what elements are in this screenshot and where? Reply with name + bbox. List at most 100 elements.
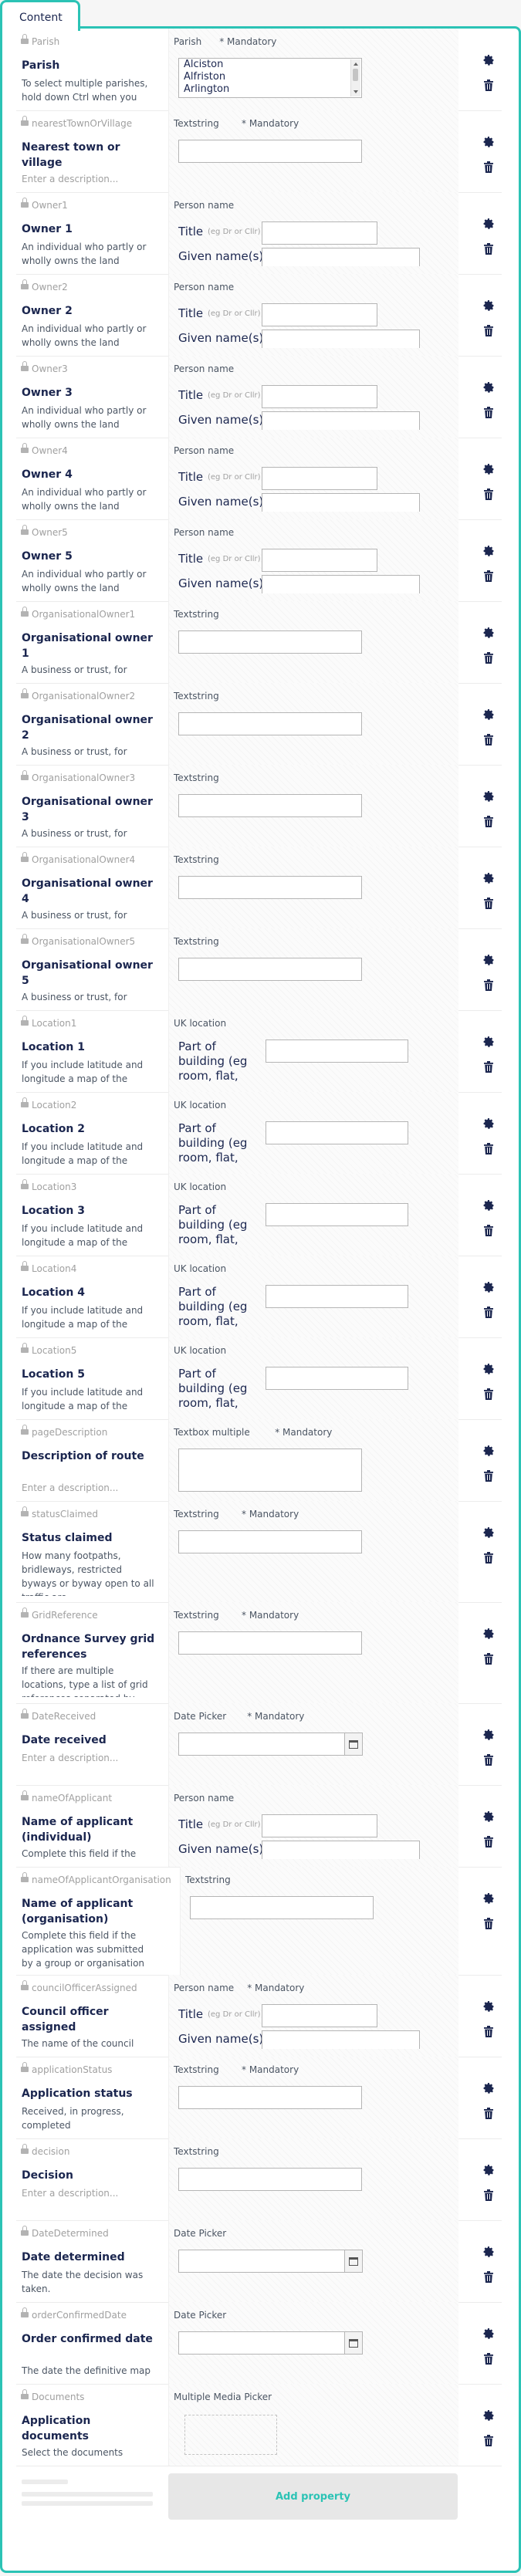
trash-icon[interactable] [484,79,493,91]
property-alias[interactable]: OrganisationalOwner2 [32,691,135,701]
property-description[interactable]: To select multiple parishes, hold down C… [22,76,157,104]
gear-icon[interactable] [482,872,495,884]
gear-icon[interactable] [482,790,495,803]
parish-option[interactable]: Alciston [179,59,361,71]
trash-icon[interactable] [484,2271,493,2283]
property-alias[interactable]: councilOfficerAssigned [32,1983,137,1993]
property-alias[interactable]: Owner4 [32,445,68,456]
trash-icon[interactable] [484,1653,493,1665]
trash-icon[interactable] [484,1836,493,1847]
property-alias[interactable]: Owner3 [32,363,68,374]
lock-icon[interactable] [21,1790,29,1800]
property-description[interactable]: Enter a description... [22,1751,157,1779]
property-description[interactable]: The date the decision was taken. [22,2268,157,2296]
gear-icon[interactable] [482,1036,495,1048]
title-input[interactable] [262,385,377,408]
textstring-input[interactable] [178,1631,362,1655]
title-input[interactable] [262,2004,377,2027]
gear-icon[interactable] [482,2246,495,2258]
trash-icon[interactable] [484,1552,493,1564]
gear-icon[interactable] [482,2082,495,2094]
property-name[interactable]: Location 1 [22,1040,157,1055]
given-names-input[interactable] [262,575,420,593]
trash-icon[interactable] [484,734,493,745]
property-alias[interactable]: Parish [32,36,59,47]
property-name[interactable]: Location 4 [22,1285,157,1300]
textstring-input[interactable] [190,1896,374,1919]
gear-icon[interactable] [482,2000,495,2013]
calendar-button[interactable] [344,2331,363,2355]
textstring-input[interactable] [178,712,362,735]
trash-icon[interactable] [484,2435,493,2446]
textstring-input[interactable] [178,958,362,981]
gear-icon[interactable] [482,381,495,394]
property-description[interactable]: An individual who partly or wholly owns … [22,322,157,350]
property-name[interactable]: Owner 4 [22,467,157,482]
lock-icon[interactable] [21,34,29,44]
title-input[interactable] [262,549,377,572]
lock-icon[interactable] [21,198,29,208]
property-alias[interactable]: Location2 [32,1100,76,1111]
property-name[interactable]: Parish [22,58,157,73]
trash-icon[interactable] [484,407,493,418]
property-alias[interactable]: pageDescription [32,1427,107,1438]
lock-icon[interactable] [21,1872,29,1882]
gear-icon[interactable] [482,1729,495,1741]
lock-icon[interactable] [21,2307,29,2317]
gear-icon[interactable] [482,136,495,148]
property-description[interactable]: Select the documents submitted as part o… [22,2446,157,2459]
calendar-button[interactable] [344,2250,363,2273]
property-name[interactable]: Date determined [22,2250,157,2265]
property-name[interactable]: Location 2 [22,1121,157,1137]
title-input[interactable] [262,467,377,490]
property-description[interactable]: A business or trust, for example, that p… [22,908,157,922]
property-alias[interactable]: applicationStatus [32,2064,112,2075]
trash-icon[interactable] [484,1754,493,1766]
gear-icon[interactable] [482,1628,495,1640]
lock-icon[interactable] [21,1607,29,1618]
property-description[interactable]: A business or trust, for example, that p… [22,827,157,840]
property-name[interactable]: Order confirmed date [22,2331,157,2347]
property-name[interactable]: Nearest town or village [22,140,157,171]
property-alias[interactable]: Documents [32,2392,84,2402]
lock-icon[interactable] [21,1016,29,1026]
gear-icon[interactable] [482,954,495,966]
property-alias[interactable]: Location1 [32,1018,76,1029]
parish-option[interactable]: Arlington [179,83,361,96]
given-names-input[interactable] [262,2030,420,2049]
property-description[interactable]: If you include latitude and longitude a … [22,1058,157,1086]
gear-icon[interactable] [482,545,495,557]
property-name[interactable]: Status claimed [22,1530,157,1546]
gear-icon[interactable] [482,2328,495,2340]
textstring-input[interactable] [178,794,362,817]
gear-icon[interactable] [482,218,495,230]
property-description[interactable]: Enter a description... [22,172,157,186]
property-name[interactable]: Date received [22,1733,157,1748]
parish-listbox[interactable]: Alciston Alfriston Arlington [178,58,362,98]
given-names-input[interactable] [262,248,420,266]
property-name[interactable]: Ordnance Survey grid references [22,1631,157,1662]
trash-icon[interactable] [484,488,493,500]
trash-icon[interactable] [484,1388,493,1400]
property-description[interactable]: If you include latitude and longitude a … [22,1222,157,1249]
property-alias[interactable]: nearestTownOrVillage [32,118,132,129]
lock-icon[interactable] [21,525,29,535]
property-name[interactable]: Council officer assigned [22,2004,157,2035]
trash-icon[interactable] [484,979,493,991]
property-name[interactable]: Decision [22,2168,157,2183]
trash-icon[interactable] [484,2189,493,2201]
property-description[interactable]: If you include latitude and longitude a … [22,1385,157,1413]
property-alias[interactable]: OrganisationalOwner1 [32,609,135,620]
property-description[interactable]: Enter a description... [22,1481,157,1495]
trash-icon[interactable] [484,1307,493,1318]
trash-icon[interactable] [484,570,493,582]
property-alias[interactable]: DateDetermined [32,2228,109,2239]
gear-icon[interactable] [482,627,495,639]
trash-icon[interactable] [484,2026,493,2037]
location-input[interactable] [266,1040,408,1063]
lock-icon[interactable] [21,688,29,698]
gear-icon[interactable] [482,1117,495,1130]
parish-option[interactable]: Alfriston [179,71,361,83]
textstring-input[interactable] [178,630,362,654]
property-alias[interactable]: DateReceived [32,1711,96,1722]
